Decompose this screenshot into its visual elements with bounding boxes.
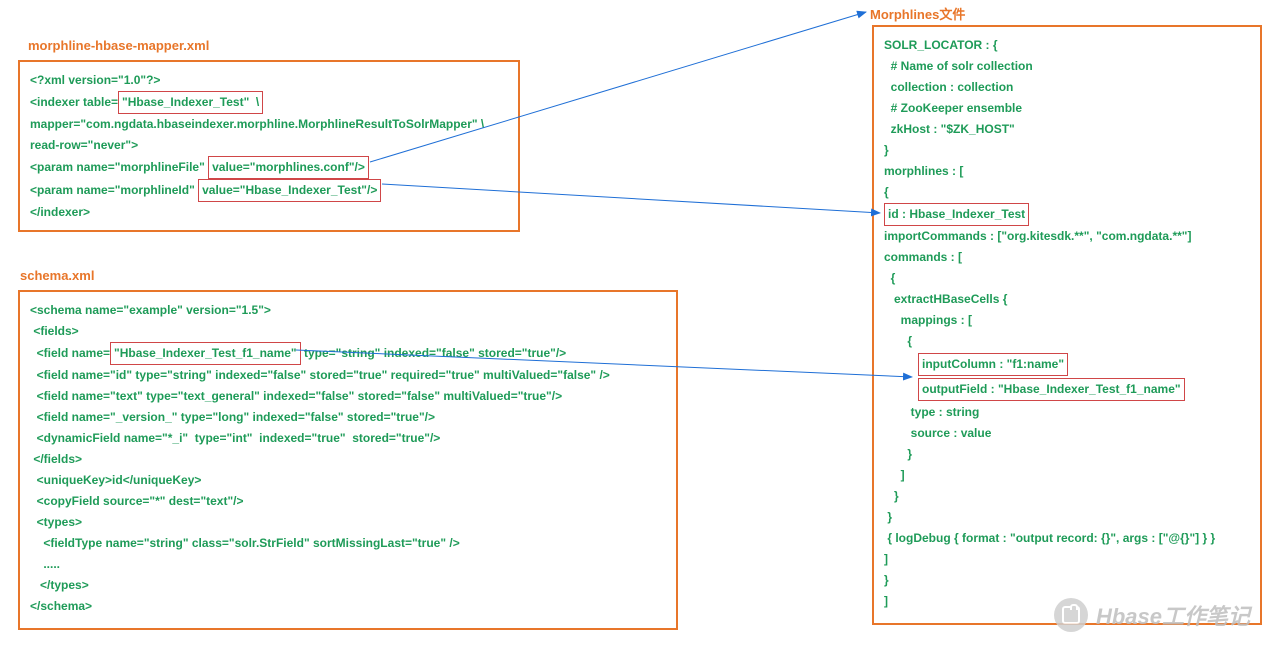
- schema-line: <uniqueKey>id</uniqueKey>: [30, 470, 666, 491]
- text: <param name="morphlineId": [30, 183, 198, 197]
- mapper-title: morphline-hbase-mapper.xml: [28, 38, 209, 53]
- watermark: Hbase工作笔记: [1054, 598, 1250, 632]
- morph-line: }: [884, 486, 1250, 507]
- morph-line: }: [884, 140, 1250, 161]
- morph-line: {: [884, 182, 1250, 203]
- mapper-line: mapper="com.ngdata.hbaseindexer.morphlin…: [30, 114, 508, 135]
- morph-line: morphlines : [: [884, 161, 1250, 182]
- schema-line: <dynamicField name="*_i" type="int" inde…: [30, 428, 666, 449]
- morphline-file-box: value="morphlines.conf"/>: [208, 156, 369, 179]
- morph-line: { logDebug { format : "output record: {}…: [884, 528, 1250, 549]
- schema-line: <fieldType name="string" class="solr.Str…: [30, 533, 666, 554]
- schema-line: </schema>: [30, 596, 666, 617]
- morphlines-panel: SOLR_LOCATOR : { # Name of solr collecti…: [872, 25, 1262, 625]
- morph-line: importCommands : ["org.kitesdk.**", "com…: [884, 226, 1250, 247]
- morph-line: }: [884, 444, 1250, 465]
- mapper-line: <param name="morphlineFile" value="morph…: [30, 156, 508, 179]
- mapper-panel: <?xml version="1.0"?> <indexer table="Hb…: [18, 60, 520, 232]
- text: <param name="morphlineFile": [30, 160, 208, 174]
- schema-line: <field name="id" type="string" indexed="…: [30, 365, 666, 386]
- mapper-line: <?xml version="1.0"?>: [30, 70, 508, 91]
- morph-line: type : string: [884, 402, 1250, 423]
- schema-line: <types>: [30, 512, 666, 533]
- text: type="string" indexed="false" stored="tr…: [301, 346, 567, 360]
- morph-line: extractHBaseCells {: [884, 289, 1250, 310]
- schema-line: <field name="text" type="text_general" i…: [30, 386, 666, 407]
- morph-line: {: [884, 331, 1250, 352]
- morph-line: source : value: [884, 423, 1250, 444]
- schema-field-name-box: "Hbase_Indexer_Test_f1_name": [110, 342, 301, 365]
- morph-line: ]: [884, 465, 1250, 486]
- indexer-table-box: "Hbase_Indexer_Test" \: [118, 91, 263, 114]
- morph-line: zkHost : "$ZK_HOST": [884, 119, 1250, 140]
- schema-line: <fields>: [30, 321, 666, 342]
- schema-panel: <schema name="example" version="1.5"> <f…: [18, 290, 678, 630]
- mapper-line: <indexer table="Hbase_Indexer_Test" \: [30, 91, 508, 114]
- schema-line: .....: [30, 554, 666, 575]
- morph-input-column-box: inputColumn : "f1:name": [918, 353, 1068, 376]
- morph-line: mappings : [: [884, 310, 1250, 331]
- schema-line: <copyField source="*" dest="text"/>: [30, 491, 666, 512]
- morph-line: ]: [884, 549, 1250, 570]
- morph-line: id : Hbase_Indexer_Test: [884, 203, 1250, 226]
- morph-line: {: [884, 268, 1250, 289]
- morph-line: }: [884, 570, 1250, 591]
- morph-line: collection : collection: [884, 77, 1250, 98]
- schema-line: </types>: [30, 575, 666, 596]
- schema-line: <field name="_version_" type="long" inde…: [30, 407, 666, 428]
- mapper-line: <param name="morphlineId" value="Hbase_I…: [30, 179, 508, 202]
- text: <indexer table=: [30, 95, 118, 109]
- schema-line: <field name="Hbase_Indexer_Test_f1_name"…: [30, 342, 666, 365]
- wechat-icon: [1054, 598, 1088, 632]
- mapper-line: </indexer>: [30, 202, 508, 223]
- morph-output-field-box: outputField : "Hbase_Indexer_Test_f1_nam…: [918, 378, 1185, 401]
- morph-line: SOLR_LOCATOR : {: [884, 35, 1250, 56]
- schema-title: schema.xml: [20, 268, 94, 283]
- mapper-line: read-row="never">: [30, 135, 508, 156]
- schema-line: <schema name="example" version="1.5">: [30, 300, 666, 321]
- morphlines-title: Morphlines文件: [870, 4, 965, 23]
- morph-line: # ZooKeeper ensemble: [884, 98, 1250, 119]
- text: <field name=: [30, 346, 110, 360]
- morph-id-box: id : Hbase_Indexer_Test: [884, 203, 1029, 226]
- morph-line: # Name of solr collection: [884, 56, 1250, 77]
- morph-line: }: [884, 507, 1250, 528]
- morphline-id-box: value="Hbase_Indexer_Test"/>: [198, 179, 381, 202]
- morph-line: commands : [: [884, 247, 1250, 268]
- schema-line: </fields>: [30, 449, 666, 470]
- watermark-text: Hbase工作笔记: [1096, 599, 1250, 631]
